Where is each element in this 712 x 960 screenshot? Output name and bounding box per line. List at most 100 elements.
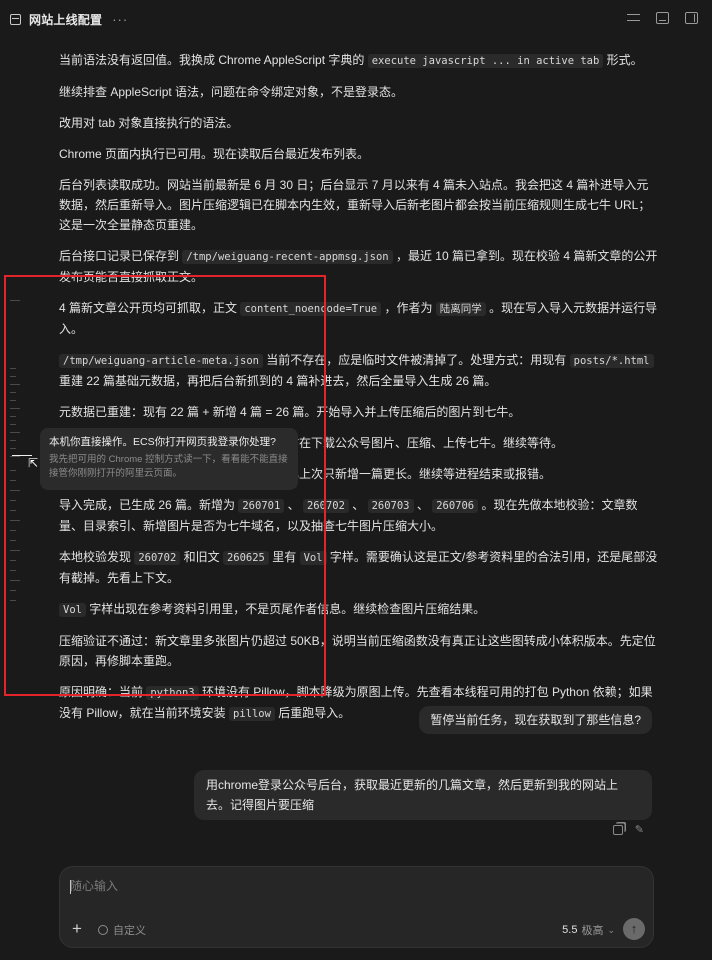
message-text: 形式。 xyxy=(603,53,643,67)
more-options-icon[interactable]: ··· xyxy=(112,12,128,27)
message-text: ，作者为 xyxy=(381,301,436,315)
timeline-tick[interactable] xyxy=(10,408,20,409)
message-input[interactable] xyxy=(70,879,630,893)
message-text: 改用对 tab 对象直接执行的语法。 xyxy=(59,116,239,130)
model-selector[interactable]: 5.5 极高 ⌄ xyxy=(562,922,615,938)
timeline-tick[interactable] xyxy=(10,448,16,449)
user-message-pause: 暂停当前任务，现在获取到了那些信息? xyxy=(419,706,652,734)
message-text: 、 xyxy=(413,498,433,512)
timeline-tick[interactable] xyxy=(10,580,20,581)
edit-icon[interactable]: ✎ xyxy=(635,825,644,836)
message-text: 后重跑导入。 xyxy=(274,706,351,720)
timeline-tick[interactable] xyxy=(10,570,16,571)
inline-code: pillow xyxy=(229,707,275,721)
inline-code: 260702 xyxy=(302,499,349,513)
inline-code: Vol xyxy=(59,603,86,617)
inline-code: content_noencode=True xyxy=(240,302,382,316)
inline-code: 260625 xyxy=(222,551,269,565)
message-text: 继续排查 AppleScript 语法，问题在命令绑定对象，不是登录态。 xyxy=(59,85,404,99)
copy-icon[interactable] xyxy=(612,825,623,835)
model-level: 极高 xyxy=(581,925,604,937)
title-bar: 网站上线配置 ··· xyxy=(0,0,712,38)
timeline-tick[interactable] xyxy=(10,600,16,601)
timeline-tick[interactable] xyxy=(10,416,16,417)
message-text: 后台列表读取成功。网站当前最新是 6 月 30 日；后台显示 7 月以来有 4 … xyxy=(59,178,651,232)
timeline-tick[interactable] xyxy=(10,550,20,551)
timeline-tick[interactable] xyxy=(10,376,16,377)
assistant-message: 本地校验发现 260702 和旧文 260625 里有 Vol 字样。需要确认这… xyxy=(59,547,659,588)
assistant-message: /tmp/weiguang-article-meta.json 当前不存在，应是… xyxy=(59,350,659,391)
timeline-tick[interactable] xyxy=(10,480,16,481)
timeline-tick[interactable] xyxy=(10,384,20,385)
tooltip-title: 本机你直接操作。ECS你打开网页我登录你处理? xyxy=(49,436,276,448)
message-text: Chrome 页面内执行已可用。现在读取后台最近发布列表。 xyxy=(59,147,370,161)
timeline-tick[interactable] xyxy=(10,424,16,425)
right-panel-icon[interactable] xyxy=(685,12,698,24)
bottom-panel-icon[interactable] xyxy=(656,12,669,24)
assistant-message: 压缩验证不通过：新文章里多张图片仍超过 50KB，说明当前压缩函数没有真正让这些… xyxy=(59,631,659,671)
assistant-message: 改用对 tab 对象直接执行的语法。 xyxy=(59,113,659,133)
assistant-message: Chrome 页面内执行已可用。现在读取后台最近发布列表。 xyxy=(59,144,659,164)
message-text: 当前不存在，应是临时文件被清掉了。处理方式：用现有 xyxy=(262,353,570,367)
chevron-down-icon: ⌄ xyxy=(607,924,615,935)
message-text: 原因明确：当前 xyxy=(59,685,147,699)
message-text: 重建 22 篇基础元数据，再把后台新抓到的 4 篇补进去，然后全量导入生成 26… xyxy=(59,374,497,388)
composer: + 自定义 5.5 极高 ⌄ ↑ xyxy=(59,866,654,948)
user-message-request: 用chrome登录公众号后台，获取最近更新的几篇文章，然后更新到我的网站上去。记… xyxy=(194,770,652,820)
inline-code: Vol xyxy=(299,551,327,565)
timeline-tick[interactable] xyxy=(10,500,16,501)
custom-button[interactable]: 自定义 xyxy=(98,922,146,938)
message-actions: ✎ xyxy=(612,825,644,836)
assistant-message: 后台接口记录已保存到 /tmp/weiguang-recent-appmsg.j… xyxy=(59,246,659,287)
message-text: 导入完成，已生成 26 篇。新增为 xyxy=(59,498,239,512)
message-text: 和旧文 xyxy=(180,550,223,564)
mouse-cursor-icon: ⇱ xyxy=(28,456,39,470)
message-text: 当前语法没有返回值。我换成 Chrome AppleScript 字典的 xyxy=(59,53,368,67)
custom-label: 自定义 xyxy=(113,925,146,937)
gear-icon xyxy=(98,925,108,935)
document-icon xyxy=(10,13,21,25)
model-version: 5.5 xyxy=(562,924,578,936)
assistant-message: 继续排查 AppleScript 语法，问题在命令绑定对象，不是登录态。 xyxy=(59,82,659,102)
assistant-message-list: 当前语法没有返回值。我换成 Chrome AppleScript 字典的 exe… xyxy=(59,50,659,735)
inline-code: /tmp/weiguang-recent-appmsg.json xyxy=(182,250,393,264)
timeline-tick[interactable] xyxy=(10,510,16,511)
assistant-message: 元数据已重建：现有 22 篇 + 新增 4 篇 = 26 篇。开始导入并上传压缩… xyxy=(59,402,659,422)
message-text: 、 xyxy=(284,498,303,512)
inline-code: 260703 xyxy=(367,499,414,513)
inline-code: 260701 xyxy=(238,499,285,513)
timeline-tick[interactable] xyxy=(10,590,16,591)
timeline-tick[interactable] xyxy=(10,456,20,457)
list-icon[interactable] xyxy=(627,12,640,24)
message-text: 字样出现在参考资料引用里，不是页尾作者信息。继续检查图片压缩结果。 xyxy=(85,602,486,616)
assistant-message: 导入完成，已生成 26 篇。新增为 260701 、 260702 、 2607… xyxy=(59,495,659,536)
timeline-tick[interactable] xyxy=(10,392,16,393)
assistant-message: 4 篇新文章公开页均可抓取，正文 content_noencode=True ，… xyxy=(59,298,659,339)
timeline-tick[interactable] xyxy=(10,440,16,441)
timeline-tick[interactable] xyxy=(10,560,16,561)
message-text: 压缩验证不通过：新文章里多张图片仍超过 50KB，说明当前压缩函数没有真正让这些… xyxy=(59,634,656,668)
timeline-tick[interactable] xyxy=(10,300,20,301)
message-text: 元数据已重建：现有 22 篇 + 新增 4 篇 = 26 篇。开始导入并上传压缩… xyxy=(59,405,521,419)
message-text: 、 xyxy=(348,498,368,512)
timeline-tick[interactable] xyxy=(10,540,16,541)
timeline-tick[interactable] xyxy=(10,368,16,369)
send-button[interactable]: ↑ xyxy=(623,918,645,940)
add-attachment-button[interactable]: + xyxy=(72,920,82,938)
inline-code: execute javascript ... in active tab xyxy=(367,54,604,68)
inline-code: 260702 xyxy=(134,551,181,565)
window-title: 网站上线配置 xyxy=(29,12,103,27)
timeline-tick[interactable] xyxy=(10,400,16,401)
inline-code: 陆离同学 xyxy=(435,302,486,316)
timeline-tick[interactable] xyxy=(10,490,20,491)
timeline-tick[interactable] xyxy=(10,432,20,433)
inline-code: python3 xyxy=(146,686,199,700)
tooltip-subtitle: 我先把可用的 Chrome 控制方式读一下，看看能不能直接接管你刚刚打开的阿里云… xyxy=(49,454,288,479)
inline-code: posts/*.html xyxy=(569,354,654,368)
message-text: 后台接口记录已保存到 xyxy=(59,249,183,263)
inline-code: /tmp/weiguang-article-meta.json xyxy=(59,354,263,368)
message-text: 本地校验发现 xyxy=(59,550,135,564)
timeline-tick[interactable] xyxy=(10,470,16,471)
timeline-tick[interactable] xyxy=(10,520,20,521)
timeline-tick[interactable] xyxy=(10,530,16,531)
